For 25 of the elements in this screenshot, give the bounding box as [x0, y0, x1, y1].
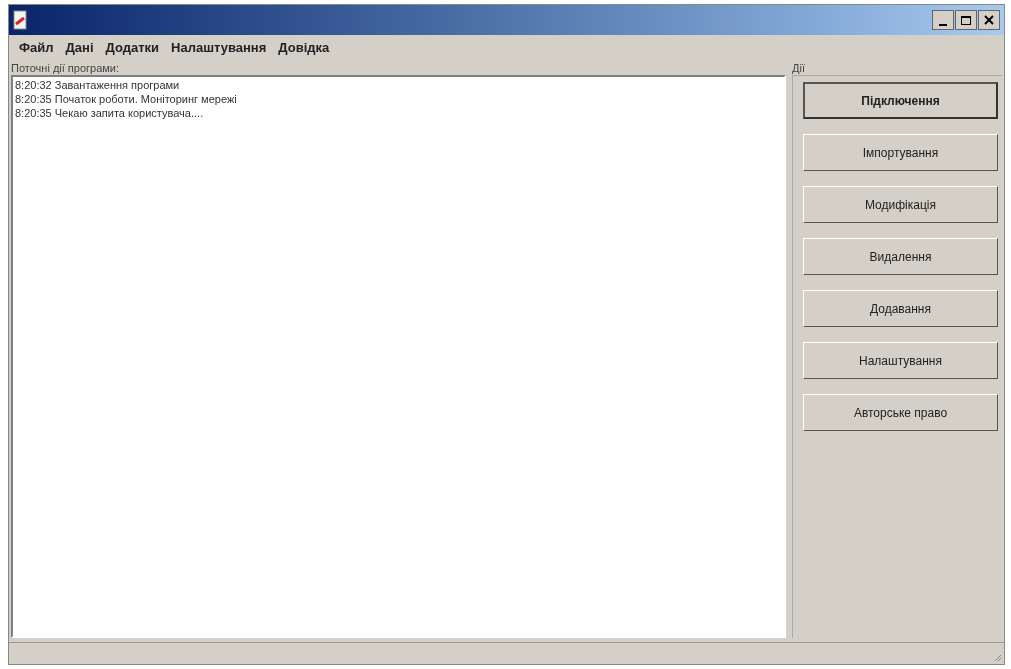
log-line: 8:20:35 Початок роботи. Моніторинг мережі — [15, 92, 238, 106]
action-button[interactable]: Додавання — [803, 290, 998, 327]
app-icon — [13, 10, 27, 30]
menu-item[interactable]: Додатки — [105, 38, 160, 58]
action-button[interactable]: Імпортування — [803, 134, 998, 171]
menu-item[interactable]: Дані — [65, 38, 94, 58]
action-button[interactable]: Підключення — [803, 82, 998, 119]
log-line: 8:20:35 Чекаю запита користувача.... — [15, 106, 205, 120]
action-button[interactable]: Налаштування — [803, 342, 998, 379]
minimize-button[interactable] — [932, 10, 954, 30]
menu-item[interactable]: Файл — [19, 38, 54, 58]
action-button[interactable]: Модифікація — [803, 186, 998, 223]
close-icon — [984, 15, 994, 25]
resize-grip-icon — [992, 652, 1002, 662]
action-button[interactable]: Видалення — [803, 238, 998, 275]
log-line: 8:20:32 Завантаження програми — [15, 78, 181, 92]
menu-item[interactable]: Налаштування — [171, 38, 267, 58]
action-button[interactable]: Авторське право — [803, 394, 998, 431]
group-label: Дії — [792, 61, 806, 75]
maximize-icon — [961, 15, 971, 25]
group-label: Поточні дії програми: — [11, 61, 121, 75]
maximize-button[interactable] — [955, 10, 977, 30]
close-button[interactable] — [978, 10, 1000, 30]
menu-item[interactable]: Довідка — [278, 38, 330, 58]
minimize-icon — [939, 24, 947, 26]
